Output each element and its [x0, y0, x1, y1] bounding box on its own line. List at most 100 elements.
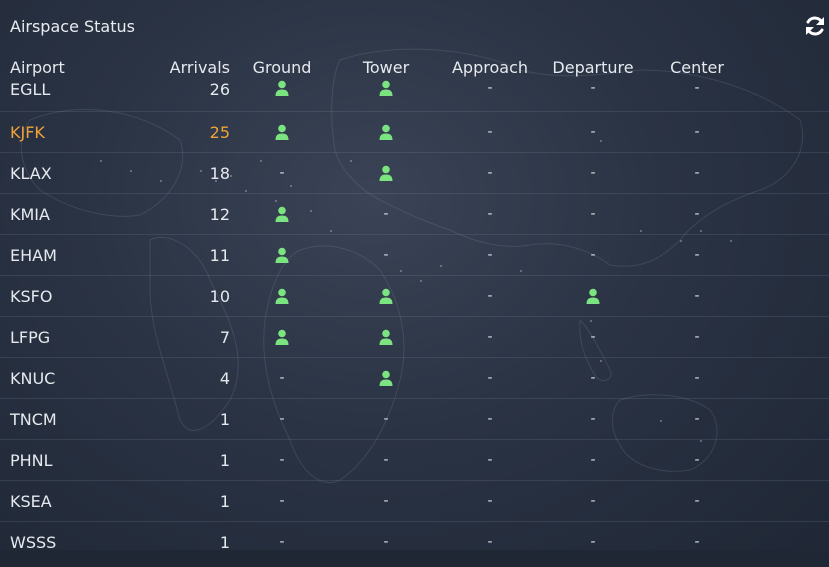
empty-position: -	[590, 247, 596, 263]
empty-position: -	[694, 80, 700, 96]
ground-status	[242, 80, 322, 111]
center-status: -	[657, 481, 737, 521]
table-header-row: Airport Arrivals Ground Tower Approach D…	[0, 56, 829, 80]
column-header-approach[interactable]: Approach	[440, 56, 540, 82]
ground-status: -	[242, 522, 322, 550]
tower-status: -	[346, 440, 426, 480]
approach-status: -	[440, 153, 540, 193]
table-row[interactable]: KSFO 10 - -	[0, 276, 829, 317]
center-status: -	[657, 194, 737, 234]
departure-status: -	[543, 80, 643, 111]
column-header-ground[interactable]: Ground	[242, 56, 322, 82]
table-row[interactable]: KSEA 1 - - - - -	[0, 481, 829, 522]
column-header-center[interactable]: Center	[657, 56, 737, 82]
tower-status: -	[346, 522, 426, 550]
empty-position: -	[694, 370, 700, 386]
controller-online-icon[interactable]	[275, 80, 289, 96]
controller-online-icon[interactable]	[275, 288, 289, 304]
center-status: -	[657, 235, 737, 275]
controller-online-icon[interactable]	[586, 288, 600, 304]
ground-status	[242, 194, 322, 234]
table-row[interactable]: KMIA 12 - - - -	[0, 194, 829, 235]
approach-status: -	[440, 80, 540, 111]
airport-code: PHNL	[10, 450, 53, 470]
column-header-tower[interactable]: Tower	[346, 56, 426, 82]
column-header-arrivals[interactable]: Arrivals	[150, 56, 230, 82]
controller-online-icon[interactable]	[379, 80, 393, 96]
empty-position: -	[383, 452, 389, 468]
airport-code: TNCM	[10, 409, 57, 429]
airport-code: LFPG	[10, 327, 51, 347]
ground-status	[242, 235, 322, 275]
tower-status: -	[346, 481, 426, 521]
airspace-table: Airport Arrivals Ground Tower Approach D…	[0, 56, 829, 550]
departure-status: -	[543, 153, 643, 193]
airspace-status-panel: Airspace Status Airport Arrivals Ground …	[0, 0, 829, 567]
controller-online-icon[interactable]	[275, 329, 289, 345]
table-row[interactable]: KLAX 18 - - - -	[0, 153, 829, 194]
controller-online-icon[interactable]	[275, 124, 289, 140]
empty-position: -	[694, 165, 700, 181]
tower-status	[346, 80, 426, 111]
controller-online-icon[interactable]	[379, 329, 393, 345]
center-status: -	[657, 399, 737, 439]
table-row[interactable]: KJFK 25 - - -	[0, 112, 829, 153]
column-header-airport[interactable]: Airport	[10, 56, 150, 82]
empty-position: -	[694, 329, 700, 345]
controller-online-icon[interactable]	[275, 247, 289, 263]
airport-code: KSEA	[10, 491, 52, 511]
empty-position: -	[590, 452, 596, 468]
approach-status: -	[440, 358, 540, 398]
table-row[interactable]: PHNL 1 - - - - -	[0, 440, 829, 481]
table-body: EGLL 26- - - KJFK 25- - - KLAX 18- - - - KMIA 12- - - - EH…	[0, 80, 829, 550]
empty-position: -	[487, 329, 493, 345]
approach-status: -	[440, 522, 540, 550]
empty-position: -	[279, 165, 285, 181]
empty-position: -	[694, 452, 700, 468]
empty-position: -	[487, 534, 493, 550]
departure-status: -	[543, 112, 643, 152]
table-row[interactable]: EGLL 26 - - -	[0, 80, 829, 112]
table-row[interactable]: KNUC 4 - - - -	[0, 358, 829, 399]
departure-status: -	[543, 194, 643, 234]
approach-status: -	[440, 112, 540, 152]
tower-status: -	[346, 399, 426, 439]
center-status: -	[657, 276, 737, 316]
tower-status	[346, 153, 426, 193]
controller-online-icon[interactable]	[379, 165, 393, 181]
ground-status	[242, 112, 322, 152]
approach-status: -	[440, 440, 540, 480]
empty-position: -	[694, 288, 700, 304]
refresh-icon[interactable]	[803, 14, 827, 38]
approach-status: -	[440, 194, 540, 234]
controller-online-icon[interactable]	[379, 124, 393, 140]
controller-online-icon[interactable]	[379, 370, 393, 386]
column-header-departure[interactable]: Departure	[543, 56, 643, 82]
empty-position: -	[383, 206, 389, 222]
center-status: -	[657, 317, 737, 357]
controller-online-icon[interactable]	[379, 288, 393, 304]
center-status: -	[657, 153, 737, 193]
empty-position: -	[383, 534, 389, 550]
arrivals-count: 11	[209, 245, 230, 265]
empty-position: -	[590, 370, 596, 386]
departure-status	[543, 276, 643, 316]
departure-status: -	[543, 317, 643, 357]
table-row[interactable]: LFPG 7 - - -	[0, 317, 829, 358]
ground-status	[242, 317, 322, 357]
table-row[interactable]: WSSS 1 - - - - -	[0, 522, 829, 551]
arrivals-count: 26	[209, 80, 230, 99]
empty-position: -	[590, 329, 596, 345]
arrivals-count: 18	[209, 163, 230, 183]
table-row[interactable]: EHAM 11 - - - -	[0, 235, 829, 276]
tower-status	[346, 276, 426, 316]
tower-status: -	[346, 235, 426, 275]
controller-online-icon[interactable]	[275, 206, 289, 222]
table-row[interactable]: TNCM 1 - - - - -	[0, 399, 829, 440]
ground-status: -	[242, 153, 322, 193]
tower-status	[346, 358, 426, 398]
approach-status: -	[440, 317, 540, 357]
airport-code: KJFK	[10, 122, 45, 142]
center-status: -	[657, 522, 737, 550]
airport-code: EGLL	[10, 80, 51, 99]
